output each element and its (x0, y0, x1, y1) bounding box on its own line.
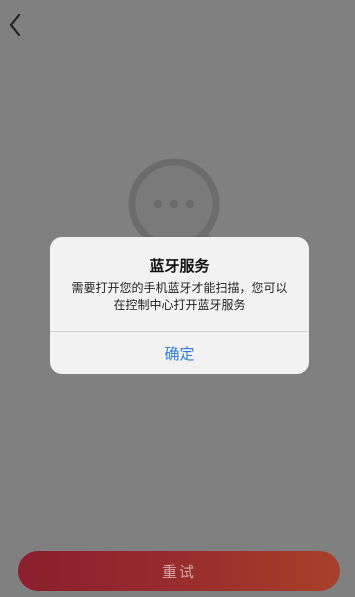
retry-button[interactable]: 重试 (18, 551, 340, 591)
dialog-body: 蓝牙服务 需要打开您的手机蓝牙才能扫描，您可以在控制中心打开蓝牙服务 (50, 237, 309, 331)
dialog-message: 需要打开您的手机蓝牙才能扫描，您可以在控制中心打开蓝牙服务 (71, 281, 288, 312)
screen-overlay: 蓝牙服务 需要打开您的手机蓝牙才能扫描，您可以在控制中心打开蓝牙服务 确定 重试 (0, 0, 355, 597)
bluetooth-alert-dialog: 蓝牙服务 需要打开您的手机蓝牙才能扫描，您可以在控制中心打开蓝牙服务 确定 (50, 237, 309, 374)
back-button[interactable] (4, 10, 26, 40)
chevron-left-icon (9, 13, 21, 37)
confirm-button[interactable]: 确定 (50, 332, 309, 374)
dialog-title: 蓝牙服务 (149, 257, 210, 275)
